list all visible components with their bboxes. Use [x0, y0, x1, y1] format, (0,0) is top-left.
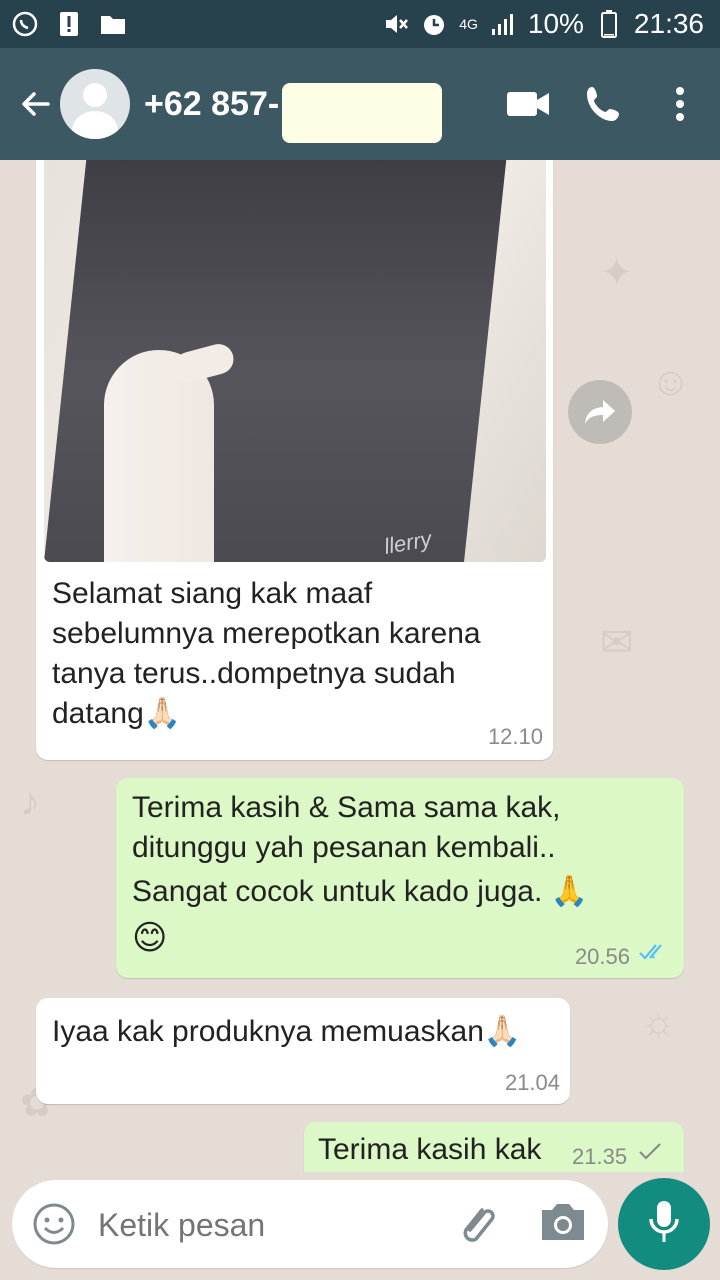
attachment-icon[interactable] — [452, 1200, 500, 1248]
message-bubble-outgoing[interactable]: Terima kasih kak 21.35 — [304, 1122, 684, 1172]
hand-image — [104, 350, 214, 562]
status-bar: 4G 10% 21:36 — [0, 0, 720, 48]
message-line: tanya terus..dompetnya sudah — [52, 657, 456, 690]
message-bubble-incoming[interactable]: Iyaa kak produknya memuaskan🙏🏻 21.04 — [36, 998, 570, 1104]
mic-button[interactable] — [618, 1178, 710, 1270]
contact-name[interactable]: +62 857- — [144, 85, 279, 124]
clock: 21:36 — [633, 8, 704, 39]
alert-notification-icon — [56, 11, 82, 37]
doodle-icon: ♪ — [20, 780, 40, 824]
message-line: Terima kasih kak — [318, 1133, 542, 1166]
message-input-bar — [0, 1172, 720, 1280]
more-vert-icon[interactable] — [656, 80, 704, 128]
back-arrow-icon[interactable] — [12, 80, 60, 128]
message-line: Selamat siang kak maaf — [52, 577, 373, 610]
chat-header: +62 857- — [0, 48, 720, 160]
battery-icon — [596, 10, 622, 38]
message-photo[interactable]: llerry — [44, 160, 546, 562]
message-line: ditunggu yah pesanan kembali.. — [132, 831, 556, 864]
doodle-icon: ✉ — [600, 621, 634, 665]
message-time: 21.35 — [572, 1144, 628, 1169]
emoji-icon[interactable] — [32, 1202, 76, 1246]
redacted-number — [282, 83, 442, 143]
whatsapp-notification-icon — [12, 11, 38, 37]
phone-icon[interactable] — [580, 80, 628, 128]
sent-tick-icon — [638, 1142, 662, 1165]
battery-percent: 10% — [527, 8, 584, 39]
read-ticks-icon — [638, 943, 670, 966]
video-call-icon[interactable] — [504, 80, 552, 128]
message-line: Terima kasih & Sama sama kak, — [132, 791, 561, 824]
folder-notification-icon — [100, 11, 126, 37]
doodle-icon: ☼ — [640, 1000, 677, 1044]
message-bubble-incoming[interactable]: llerry Selamat siang kak maaf sebelumnya… — [36, 160, 553, 760]
mute-icon — [383, 11, 409, 37]
message-bubble-outgoing[interactable]: Terima kasih & Sama sama kak, ditunggu y… — [116, 778, 684, 978]
message-line: sebelumnya merepotkan karena — [52, 617, 481, 650]
microphone-icon — [648, 1199, 680, 1250]
message-time: 12.10 — [487, 724, 543, 749]
message-time: 21.04 — [504, 1070, 560, 1095]
message-line: Sangat cocok untuk kado juga. 🙏 — [132, 875, 588, 908]
message-input[interactable] — [96, 1198, 440, 1252]
chat-area[interactable]: ✦ ☺ ✉ ♪ ☼ ✿ llerry Selamat siang kak maa… — [0, 160, 720, 1172]
forward-icon[interactable] — [568, 380, 632, 444]
alarm-icon — [421, 11, 447, 37]
doodle-icon: ☺ — [650, 360, 691, 404]
message-line: datang🙏🏻 — [52, 697, 182, 730]
message-input-container — [12, 1180, 608, 1268]
doodle-icon: ✦ — [600, 251, 634, 295]
signal-icon — [490, 11, 516, 37]
message-line: Iyaa kak produknya memuaskan🙏🏻 — [52, 1015, 522, 1048]
message-time: 20.56 — [574, 944, 630, 969]
camera-icon[interactable] — [538, 1200, 590, 1248]
avatar[interactable] — [60, 69, 130, 139]
network-type: 4G — [459, 16, 478, 32]
